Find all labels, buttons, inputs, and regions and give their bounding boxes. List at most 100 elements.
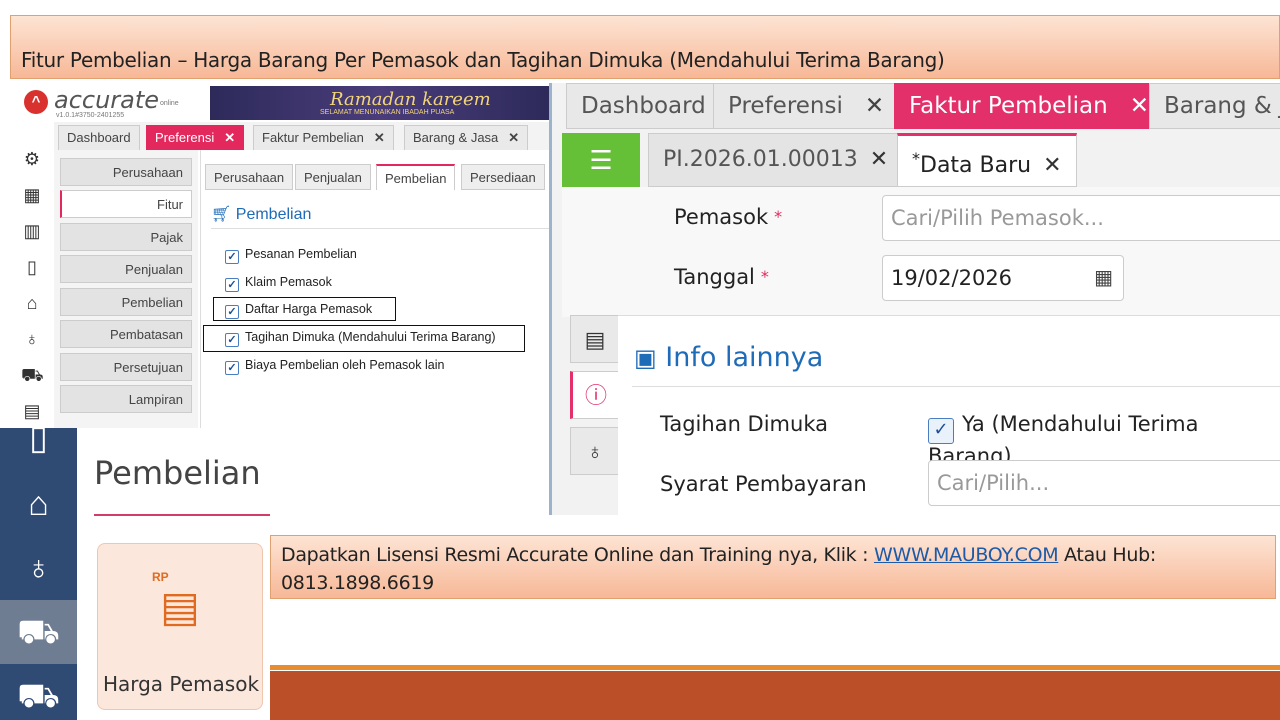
- menu-title: Pembelian: [94, 454, 261, 492]
- preferences-nav: Perusahaan Fitur Pajak Penjualan Pembeli…: [54, 150, 198, 429]
- app-sidebar: ▯ ⌂ ♁ ⛟ ⛟: [0, 428, 77, 720]
- tab-preferensi[interactable]: Preferensi ✕: [146, 125, 245, 150]
- money-bag-tab-icon[interactable]: ♁: [570, 427, 620, 475]
- nav-perusahaan[interactable]: Perusahaan: [60, 158, 192, 186]
- tab-label: Dashboard: [67, 130, 131, 145]
- money-bag-icon[interactable]: ♁: [0, 536, 77, 600]
- subtab-invoice-number[interactable]: PI.2026.01.00013 ✕: [648, 133, 904, 187]
- tile-label: Harga Pemasok: [102, 672, 260, 696]
- tanggal-input[interactable]: 19/02/2026 ▦: [882, 255, 1124, 301]
- close-icon[interactable]: ✕: [374, 130, 385, 145]
- list-user-glyph: ▤: [160, 583, 200, 630]
- subtab-data-baru[interactable]: *Data Baru ✕: [897, 133, 1077, 187]
- nav-pembatasan[interactable]: Pembatasan: [60, 320, 192, 348]
- phone-icon[interactable]: ▯: [21, 256, 43, 278]
- preferences-content: Perusahaan Penjualan Pembelian Persediaa…: [200, 150, 550, 429]
- accurate-logo-icon: ^: [24, 90, 48, 114]
- tab-barang-jasa[interactable]: Barang & Ja: [1149, 83, 1280, 129]
- close-icon[interactable]: ✕: [870, 147, 888, 172]
- document-tab-icon[interactable]: ▤: [570, 315, 620, 363]
- logo-sub: online: [160, 100, 179, 107]
- checkbox-icon[interactable]: ✓: [225, 250, 239, 264]
- cart-return-icon[interactable]: ⛟: [0, 664, 77, 720]
- tagihan-dimuka-label: Tagihan Dimuka: [660, 412, 828, 436]
- receipt-icon: ▣: [634, 344, 657, 372]
- list-icon: ☰: [589, 145, 613, 175]
- app-logo: accurate: [54, 86, 160, 114]
- close-icon[interactable]: ✕: [1130, 93, 1149, 119]
- preferences-screenshot: ^ accurate online v1.0.1#3750-2401255 Ra…: [10, 84, 550, 429]
- building-icon[interactable]: ▥: [21, 220, 43, 242]
- label-text: Pemasok: [674, 205, 769, 229]
- checkbox-pesanan-pembelian[interactable]: ✓ Pesanan Pembelian: [225, 246, 357, 264]
- tab-label: Faktur Pembelian: [262, 130, 364, 145]
- divider: [211, 228, 550, 229]
- close-icon[interactable]: ✕: [224, 130, 235, 145]
- checkbox-biaya-pembelian[interactable]: ✓ Biaya Pembelian oleh Pemasok lain: [225, 357, 444, 375]
- phone-icon[interactable]: ▯: [0, 428, 77, 470]
- subtab-persediaan[interactable]: Persediaan: [461, 164, 545, 190]
- tab-label: Dashboard: [581, 93, 706, 119]
- info-title: Info lainnya: [665, 342, 824, 373]
- ramadan-banner: Ramadan kareem SELAMAT MENUNAIKAN IBADAH…: [210, 86, 550, 120]
- app-header: ^ accurate online v1.0.1#3750-2401255 Ra…: [10, 84, 550, 122]
- pemasok-input[interactable]: Cari/Pilih Pemasok...: [882, 195, 1280, 241]
- highlight-box: [213, 297, 396, 321]
- tab-faktur-pembelian[interactable]: Faktur Pembelian ✕: [894, 83, 1164, 129]
- cta-banner: Dapatkan Lisensi Resmi Accurate Online d…: [270, 535, 1276, 599]
- subtab-pembelian[interactable]: Pembelian: [376, 164, 456, 190]
- bank-icon[interactable]: ⌂: [0, 472, 77, 536]
- harga-pemasok-tile[interactable]: RP ▤ Harga Pemasok: [97, 543, 263, 710]
- highlight-box: [203, 325, 525, 352]
- tab-label: Preferensi: [155, 130, 215, 145]
- checkbox-icon[interactable]: ✓: [225, 361, 239, 375]
- cart-icon: 🛒︎: [211, 206, 232, 223]
- nav-persetujuan[interactable]: Persetujuan: [60, 353, 192, 381]
- tab-dashboard[interactable]: Dashboard: [566, 83, 721, 129]
- gear-icon[interactable]: ⚙: [21, 148, 43, 170]
- subtab-perusahaan[interactable]: Perusahaan: [205, 164, 294, 190]
- cash-register-icon[interactable]: ▦: [21, 184, 43, 206]
- cta-link[interactable]: WWW.MAUBOY.COM: [874, 544, 1059, 566]
- tab-faktur-pembelian[interactable]: Faktur Pembelian ✕: [253, 125, 394, 150]
- cart-icon[interactable]: ⛟: [21, 364, 44, 386]
- checkbox-icon[interactable]: ✓: [928, 418, 954, 444]
- nav-pajak[interactable]: Pajak: [60, 223, 192, 251]
- footer-accent: [270, 665, 1280, 670]
- nav-lampiran[interactable]: Lampiran: [60, 385, 192, 413]
- tab-preferensi[interactable]: Preferensi ✕: [713, 83, 900, 129]
- subtab-penjualan[interactable]: Penjualan: [295, 164, 371, 190]
- syarat-pembayaran-input[interactable]: Cari/Pilih...: [928, 460, 1280, 506]
- section-header: 🛒︎ Pembelian: [211, 204, 311, 224]
- checkbox-klaim-pemasok[interactable]: ✓ Klaim Pemasok: [225, 274, 332, 292]
- info-header: ▣ Info lainnya: [634, 342, 823, 373]
- required-marker: *: [774, 207, 783, 226]
- checkbox-icon[interactable]: ✓: [225, 278, 239, 292]
- cart-icon[interactable]: ⛟: [0, 600, 77, 664]
- close-icon[interactable]: ✕: [865, 93, 884, 119]
- nav-pembelian[interactable]: Pembelian: [60, 288, 192, 316]
- info-tab-icon[interactable]: ⓘ: [570, 371, 620, 419]
- calendar-icon[interactable]: ▦: [1094, 265, 1113, 289]
- page-title: Fitur Pembelian – Harga Barang Per Pemas…: [21, 48, 945, 72]
- label-text: Tanggal: [674, 265, 755, 289]
- icon-text: RP: [152, 570, 169, 584]
- bank-icon[interactable]: ⌂: [21, 292, 43, 314]
- checkbox-label: Klaim Pemasok: [245, 275, 332, 289]
- close-icon[interactable]: ✕: [508, 130, 519, 145]
- syarat-pembayaran-label: Syarat Pembayaran: [660, 472, 867, 496]
- purchase-invoice-screenshot: Dashboard Preferensi ✕ Faktur Pembelian ✕ …: [549, 83, 1280, 515]
- footer-bar: [270, 671, 1280, 720]
- money-bag-icon[interactable]: ♁: [21, 328, 43, 350]
- tanggal-label: Tanggal *: [674, 265, 769, 289]
- tab-dashboard[interactable]: Dashboard: [58, 125, 140, 150]
- close-icon[interactable]: ✕: [1043, 153, 1061, 178]
- side-tabs: ▤ ⓘ ♁: [570, 315, 620, 515]
- nav-fitur[interactable]: Fitur: [60, 190, 192, 218]
- divider: [632, 386, 1280, 387]
- nav-penjualan[interactable]: Penjualan: [60, 255, 192, 283]
- list-menu-button[interactable]: ☰: [562, 133, 640, 187]
- tab-barang-jasa[interactable]: Barang & Jasa ✕: [404, 125, 529, 150]
- ramadan-subtext: SELAMAT MENUNAIKAN IBADAH PUASA: [320, 109, 455, 116]
- document-icon[interactable]: ▤: [21, 400, 43, 422]
